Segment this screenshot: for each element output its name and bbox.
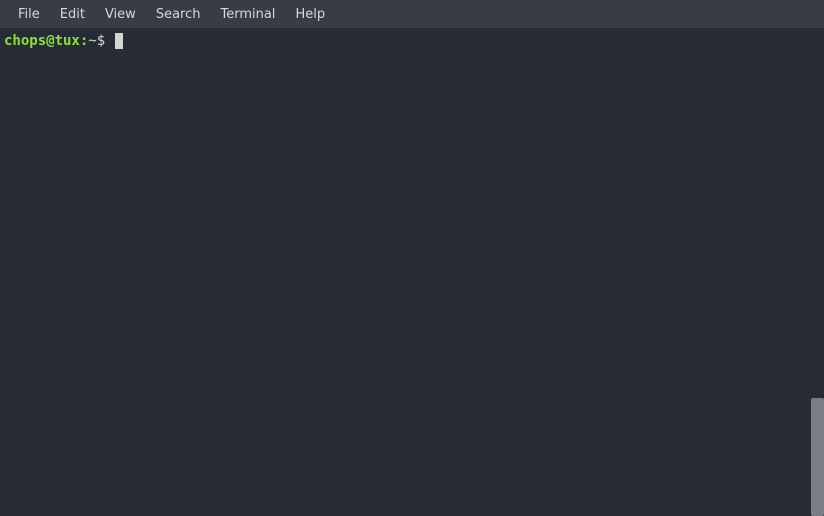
prompt-user-host: chops@tux [4,32,80,50]
scrollbar-thumb[interactable] [811,398,824,516]
menubar: File Edit View Search Terminal Help [0,0,824,28]
menu-search[interactable]: Search [146,3,211,26]
terminal-area[interactable]: chops@tux:~$ [0,28,824,516]
menu-help[interactable]: Help [285,3,335,26]
cursor [115,33,123,49]
prompt-colon: : [80,32,88,50]
menu-view[interactable]: View [95,3,146,26]
menu-terminal[interactable]: Terminal [210,3,285,26]
prompt-line: chops@tux:~$ [4,32,820,50]
menu-edit[interactable]: Edit [50,3,95,26]
prompt-symbol: $ [97,32,114,50]
menu-file[interactable]: File [8,3,50,26]
scrollbar-track[interactable] [811,28,824,516]
prompt-path: ~ [88,32,96,50]
